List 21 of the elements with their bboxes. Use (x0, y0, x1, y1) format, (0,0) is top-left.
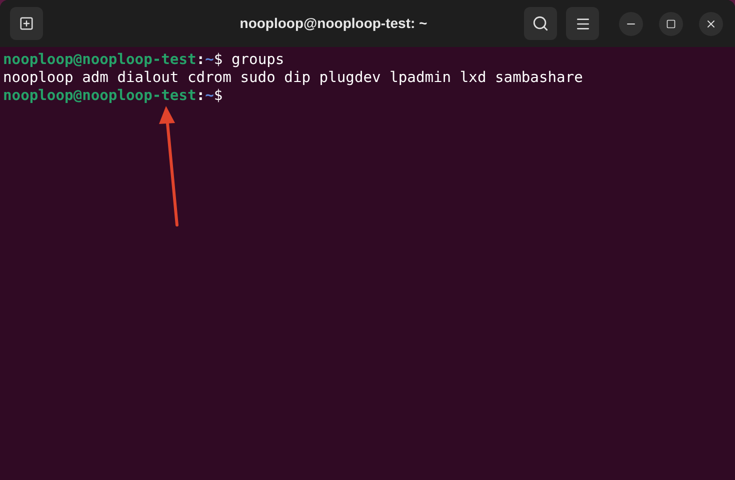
new-tab-button[interactable] (10, 7, 43, 40)
prompt-separator: : (196, 87, 206, 105)
prompt-path: ~ (205, 87, 214, 105)
close-icon (705, 18, 717, 30)
menu-icon (574, 16, 590, 32)
search-icon (532, 15, 549, 32)
new-tab-icon (19, 16, 34, 31)
search-button[interactable] (524, 7, 557, 40)
close-button[interactable] (699, 12, 723, 36)
prompt-symbol: $ (214, 87, 223, 105)
prompt-user-host: nooploop@nooploop-test (3, 87, 196, 105)
menu-button[interactable] (566, 7, 599, 40)
prompt-symbol: $ (214, 51, 223, 69)
command-text: groups (230, 51, 284, 69)
maximize-icon (666, 18, 676, 28)
maximize-button[interactable] (659, 12, 683, 36)
prompt-path: ~ (205, 51, 214, 69)
window-title: nooploop@nooploop-test: ~ (240, 14, 428, 33)
output-text: nooploop adm dialout cdrom sudo dip plugdev lpadmin lxd sambashare (3, 69, 583, 86)
prompt-user-host: nooploop@nooploop-test (3, 51, 196, 69)
prompt-separator: : (196, 51, 206, 69)
